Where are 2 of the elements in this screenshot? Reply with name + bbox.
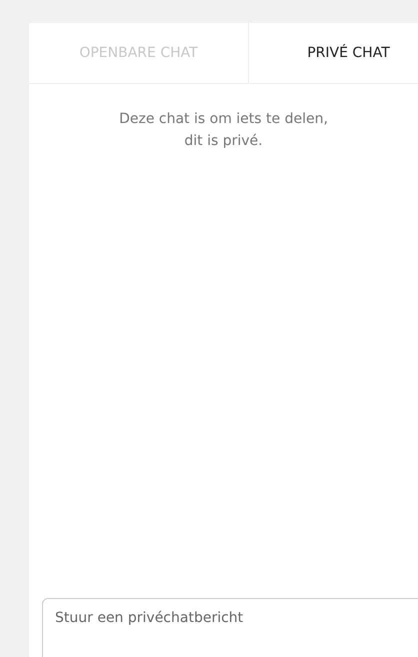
privacy-notice: Deze chat is om iets te delen, dit is privé. [118, 110, 329, 151]
message-input[interactable]: Stuur een privéchatbericht [42, 598, 418, 657]
